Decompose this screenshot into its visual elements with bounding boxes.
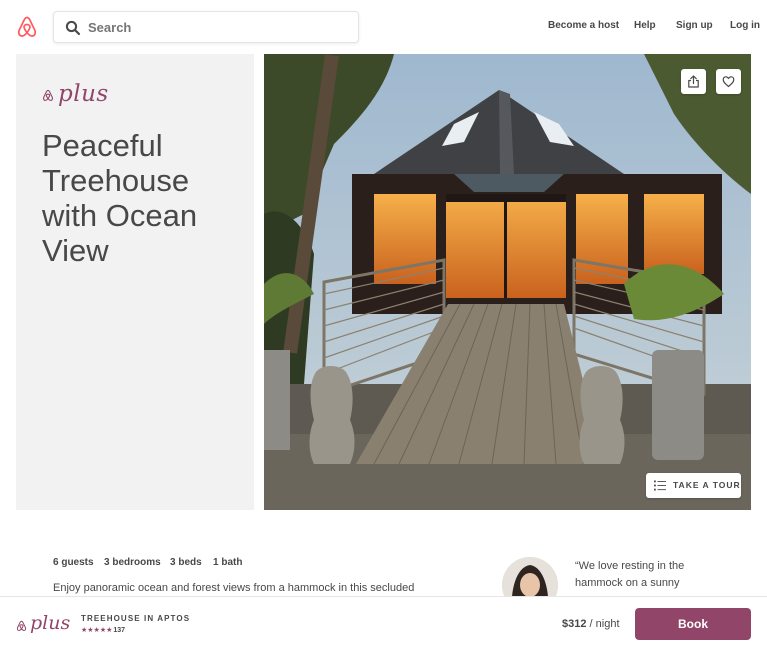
top-nav: Become a host Help Sign up Log in: [0, 0, 767, 54]
beds-count: 3 beds: [170, 557, 202, 568]
star-rating-icon: ★★★★★: [81, 627, 113, 634]
treehouse-photo: [264, 54, 751, 510]
become-a-host-link[interactable]: Become a host: [548, 20, 619, 31]
airbnb-logo-icon[interactable]: [16, 15, 38, 39]
plus-brand-label: plus: [30, 612, 71, 634]
take-a-tour-button[interactable]: TAKE A TOUR: [646, 473, 741, 498]
baths-count: 1 bath: [213, 557, 243, 568]
review-count: 137: [113, 627, 126, 634]
nightly-price: $312 / night: [562, 618, 620, 630]
search-bar[interactable]: [53, 11, 359, 43]
share-button[interactable]: [681, 69, 706, 94]
airbnb-logo-icon: [16, 620, 27, 631]
plus-brand-label: plus: [58, 81, 109, 107]
plus-brand-mark: plus: [16, 611, 76, 637]
search-icon: [65, 20, 81, 36]
take-a-tour-label: TAKE A TOUR: [673, 480, 741, 490]
share-icon: [688, 75, 699, 88]
listing-title: Peaceful Treehouse with Ocean View: [42, 128, 198, 268]
book-button[interactable]: Book: [635, 608, 751, 640]
list-icon: [654, 480, 666, 491]
booking-bar: plus TREEHOUSE IN APTOS ★★★★★137 $312 / …: [0, 596, 767, 650]
save-heart-button[interactable]: [716, 69, 741, 94]
help-link[interactable]: Help: [634, 20, 656, 31]
listing-description: Enjoy panoramic ocean and forest views f…: [53, 582, 415, 594]
guests-count: 6 guests: [53, 557, 94, 568]
search-input[interactable]: [88, 12, 348, 42]
heart-icon: [722, 76, 735, 88]
sign-up-link[interactable]: Sign up: [676, 20, 713, 31]
price-unit: / night: [586, 618, 620, 630]
listing-hero-photo[interactable]: TAKE A TOUR: [264, 54, 751, 510]
hero-title-panel: plus Peaceful Treehouse with Ocean View: [16, 54, 254, 510]
rating[interactable]: ★★★★★137: [81, 626, 125, 634]
plus-brand-mark: plus: [42, 81, 112, 111]
bedrooms-count: 3 bedrooms: [104, 557, 161, 568]
airbnb-logo-icon: [42, 89, 54, 101]
log-in-link[interactable]: Log in: [730, 20, 760, 31]
price-amount: $312: [562, 618, 587, 630]
listing-type-label: TREEHOUSE IN APTOS: [81, 614, 191, 623]
host-quote: “We love resting in the hammock on a sun…: [575, 560, 685, 589]
